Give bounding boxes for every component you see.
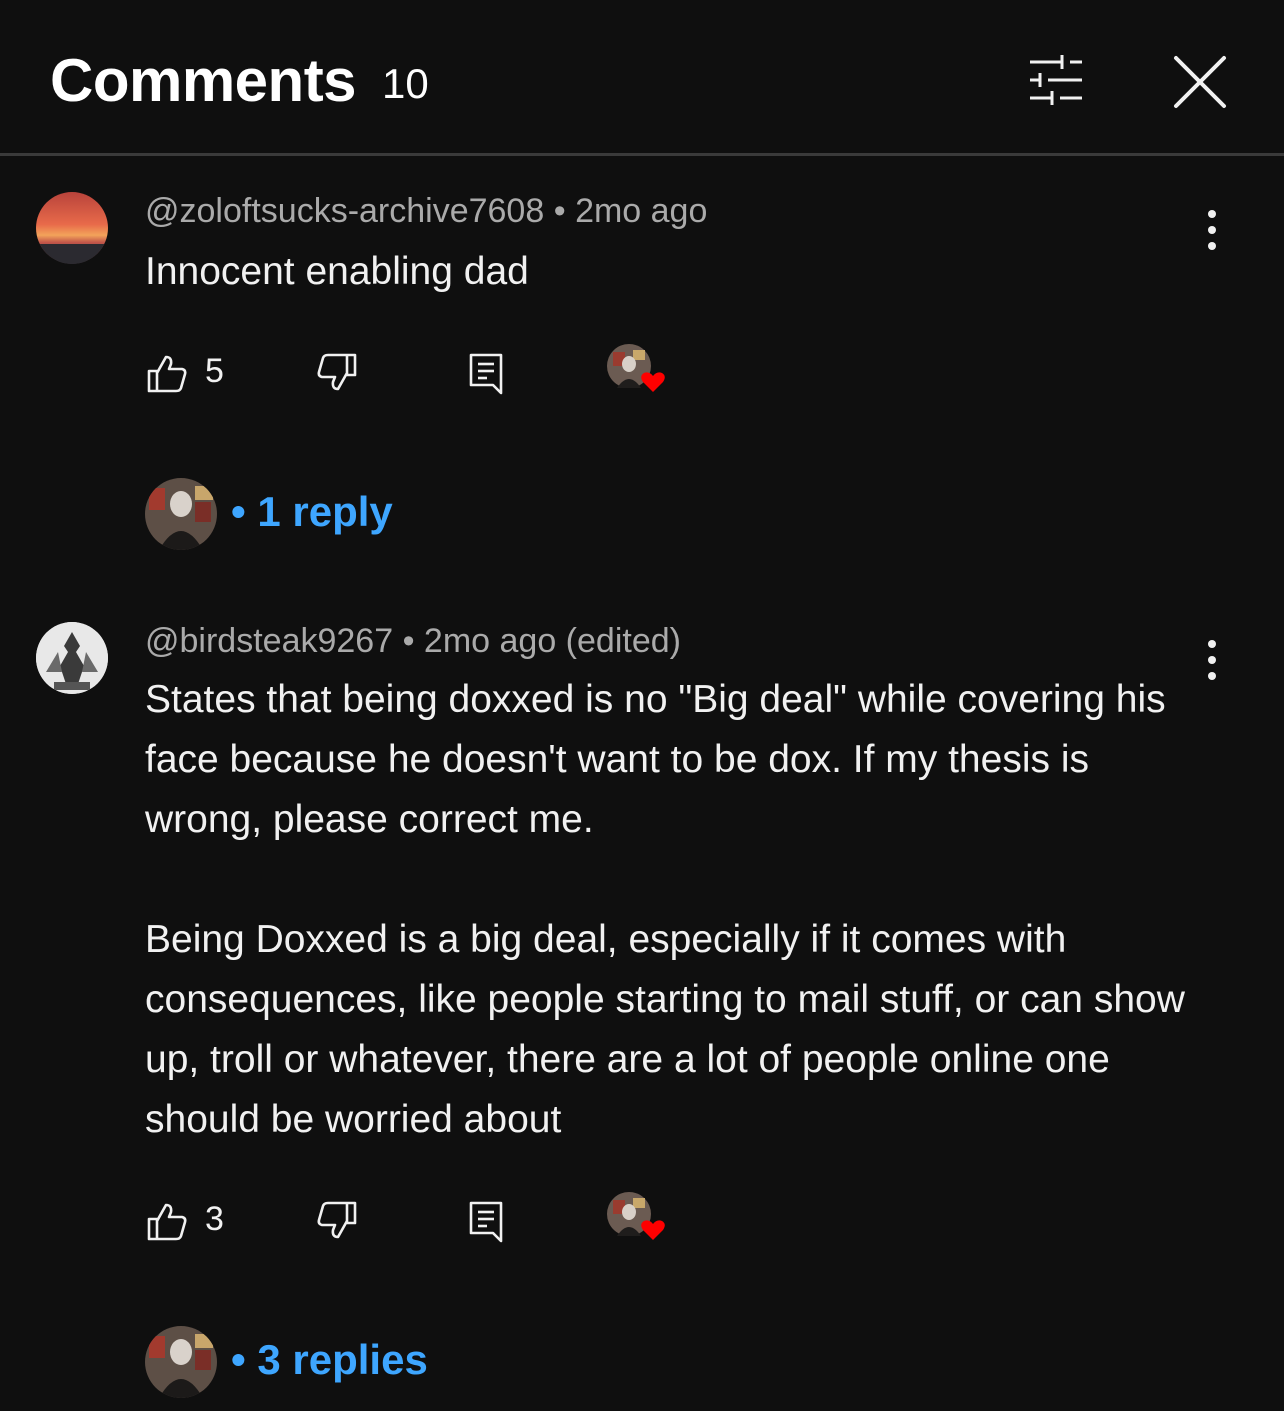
comment-item: @zoloftsucks-archive7608 • 2mo ago Innoc… [0, 192, 1284, 562]
comments-panel: Comments 10 @zoloftsucks-archive7608 • 2… [0, 0, 1284, 1411]
comment-item: @birdsteak9267 • 2mo ago (edited) States… [0, 622, 1284, 1411]
comments-title: Comments [50, 47, 357, 114]
comment-time: 2mo ago (edited) [423, 622, 681, 660]
creator-avatar [145, 1326, 217, 1398]
comment-meta: @zoloftsucks-archive7608 • 2mo ago [145, 192, 707, 231]
creator-avatar [145, 478, 217, 550]
like-count: 5 [205, 352, 224, 390]
comment-meta: @birdsteak9267 • 2mo ago (edited) [145, 622, 681, 661]
replies-link[interactable]: • 1 reply [231, 488, 393, 536]
comment-time: 2mo ago [575, 192, 708, 230]
avatar[interactable] [36, 622, 108, 694]
creator-heart-icon [607, 1192, 665, 1240]
comment-actions: 5 [145, 344, 745, 398]
replies-separator: • [231, 1336, 258, 1383]
meta-separator: • [544, 192, 576, 230]
meta-separator: • [393, 622, 424, 660]
dislike-icon[interactable] [315, 348, 359, 398]
comment-author[interactable]: @zoloftsucks-archive7608 [145, 192, 544, 230]
comment-author[interactable]: @birdsteak9267 [145, 622, 393, 660]
sort-filter-icon[interactable] [1026, 52, 1086, 108]
dislike-icon[interactable] [315, 1196, 359, 1246]
comment-text: States that being doxxed is no "Big deal… [145, 678, 1185, 1141]
reply-icon[interactable] [467, 348, 507, 398]
avatar[interactable] [36, 192, 108, 264]
replies-toggle[interactable]: • 1 reply [145, 478, 645, 554]
comment-text: Innocent enabling dad [145, 250, 529, 293]
like-icon[interactable] [145, 348, 189, 398]
like-icon[interactable] [145, 1196, 189, 1246]
replies-separator: • [231, 488, 258, 535]
comment-actions: 3 [145, 1192, 745, 1246]
reply-icon[interactable] [467, 1196, 507, 1246]
comments-count: 10 [382, 60, 429, 107]
replies-count: 1 reply [257, 488, 393, 535]
comments-header: Comments 10 [0, 0, 1284, 156]
creator-heart-icon [607, 344, 665, 392]
like-count: 3 [205, 1200, 224, 1238]
replies-link[interactable]: • 3 replies [231, 1336, 428, 1384]
close-icon[interactable] [1170, 52, 1230, 112]
replies-count: 3 replies [257, 1336, 428, 1383]
replies-toggle[interactable]: • 3 replies [145, 1326, 645, 1402]
